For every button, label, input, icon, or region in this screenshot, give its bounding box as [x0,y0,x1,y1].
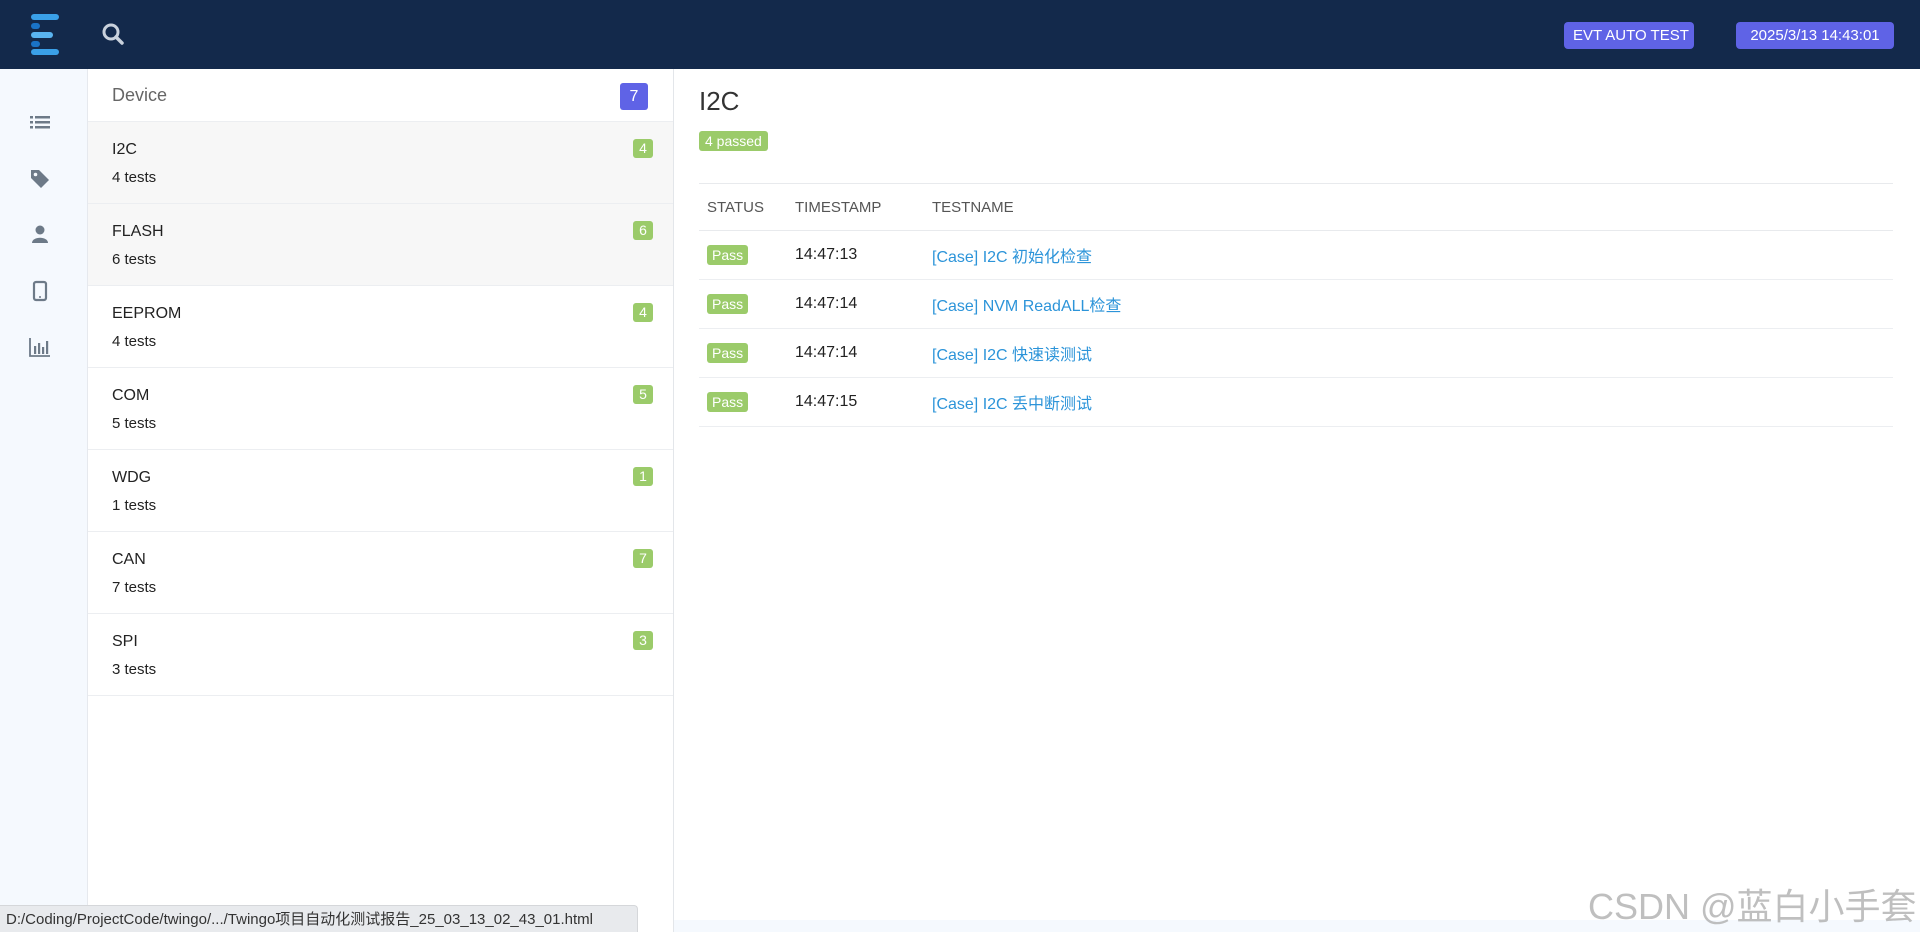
status-column-header: STATUS [699,183,787,231]
table-header-row: STATUS TIMESTAMP TESTNAME [699,183,1893,231]
timestamp-cell: 14:47:13 [787,230,924,280]
test-name-link[interactable]: [Case] NVM ReadALL检查 [932,298,1121,315]
category-pass-count-badge: 7 [633,549,653,568]
logo-icon[interactable] [28,13,64,55]
status-badge: Pass [707,245,749,265]
link-preview-statusbar: D:/Coding/ProjectCode/twingo/.../Twingo项… [0,905,638,932]
table-row: Pass 14:47:14 [Case] NVM ReadALL检查 [699,279,1893,329]
category-pass-count-badge: 6 [633,221,653,240]
passed-count-badge: 4 passed [699,131,768,151]
category-test-count-text: 5 tests [112,415,157,432]
category-name: I2C [112,141,137,158]
category-item-wdg[interactable]: WDG 1 tests 1 [88,450,673,532]
category-test-count-text: 4 tests [112,333,157,350]
bar-chart-icon[interactable] [28,335,52,359]
testname-column-header: TESTNAME [924,183,1893,231]
status-badge: Pass [707,343,749,363]
category-item-eeprom[interactable]: EEPROM 4 tests 4 [88,286,673,368]
test-results-table: STATUS TIMESTAMP TESTNAME Pass 14:47:13 … [699,183,1893,427]
category-name: WDG [112,469,152,486]
table-row: Pass 14:47:14 [Case] I2C 快速读测试 [699,328,1893,378]
category-pass-count-badge: 4 [633,139,653,158]
timestamp-cell: 14:47:14 [787,279,924,329]
category-name: EEPROM [112,305,182,322]
report-title-badge: EVT AUTO TEST [1564,22,1694,49]
test-name-link[interactable]: [Case] I2C 丢中断测试 [932,396,1092,413]
category-test-count-text: 7 tests [112,579,157,596]
category-test-count-text: 4 tests [112,169,157,186]
detail-title: I2C [699,86,740,116]
category-pass-count-badge: 1 [633,467,653,486]
category-pass-count-badge: 3 [633,631,653,650]
watermark-text: CSDN @蓝白小手套 [1588,886,1917,927]
user-icon[interactable] [28,222,52,246]
category-name: CAN [112,551,146,568]
category-item-flash[interactable]: FLASH 6 tests 6 [88,204,673,286]
category-test-count-text: 6 tests [112,251,157,268]
category-list-header: Device 7 [88,69,673,122]
report-timestamp-badge: 2025/3/13 14:43:01 [1736,22,1894,49]
category-pass-count-badge: 5 [633,385,653,404]
table-row: Pass 14:47:15 [Case] I2C 丢中断测试 [699,377,1893,427]
category-item-i2c[interactable]: I2C 4 tests 4 [88,122,673,204]
category-detail-panel: I2C 4 passed STATUS TIMESTAMP TESTNAME P… [674,69,1920,920]
timestamp-column-header: TIMESTAMP [787,183,924,231]
category-list-title: Device [112,85,168,105]
search-icon[interactable] [100,21,126,47]
tablet-icon[interactable] [28,279,52,303]
category-name: SPI [112,633,138,650]
test-name-link[interactable]: [Case] I2C 快速读测试 [932,347,1092,364]
status-badge: Pass [707,392,749,412]
status-badge: Pass [707,294,749,314]
timestamp-cell: 14:47:15 [787,377,924,427]
tag-icon[interactable] [28,167,52,191]
test-name-link[interactable]: [Case] I2C 初始化检查 [932,249,1092,266]
category-list-panel: Device 7 I2C 4 tests 4 FLASH 6 tests 6 E… [88,69,674,932]
category-pass-count-badge: 4 [633,303,653,322]
category-item-com[interactable]: COM 5 tests 5 [88,368,673,450]
category-name: FLASH [112,223,164,240]
category-item-can[interactable]: CAN 7 tests 7 [88,532,673,614]
list-icon[interactable] [28,111,52,135]
category-test-count-text: 3 tests [112,661,157,678]
table-row: Pass 14:47:13 [Case] I2C 初始化检查 [699,230,1893,280]
category-count-badge: 7 [620,83,648,110]
timestamp-cell: 14:47:14 [787,328,924,378]
top-navbar: EVT AUTO TEST 2025/3/13 14:43:01 [0,0,1920,69]
side-navigation [0,69,88,932]
category-item-spi[interactable]: SPI 3 tests 3 [88,614,673,696]
category-name: COM [112,387,150,404]
category-test-count-text: 1 tests [112,497,157,514]
